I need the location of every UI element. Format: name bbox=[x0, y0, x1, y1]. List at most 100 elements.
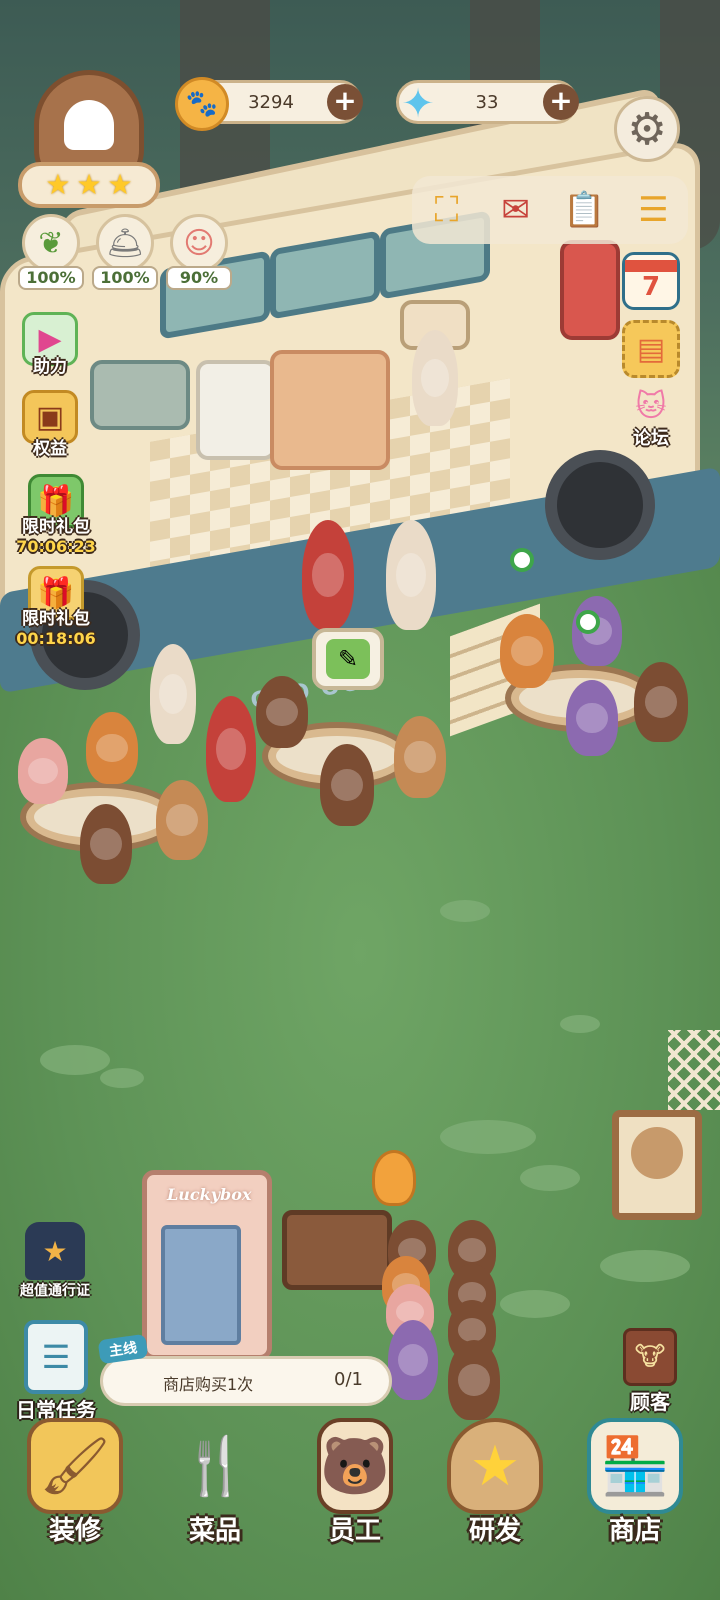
main-quest-bar[interactable]: 主线 商店购买1次 0/1 bbox=[97, 1333, 392, 1406]
benefits-button[interactable]: ▣ 权益 bbox=[10, 390, 90, 459]
luckybox-vending-machine[interactable]: Luckybox bbox=[142, 1170, 272, 1360]
red-cabinet[interactable] bbox=[560, 240, 620, 340]
order-bubble[interactable]: ✎ bbox=[312, 628, 384, 690]
pot-wand-icon: ★ bbox=[447, 1418, 543, 1514]
quest-tag: 主线 bbox=[97, 1333, 149, 1365]
nav-dishes[interactable]: 🍴 菜品 bbox=[150, 1418, 280, 1547]
notes-button[interactable]: 📋 bbox=[558, 183, 612, 237]
queue-customer[interactable] bbox=[388, 1320, 438, 1400]
mail-button[interactable]: ✉ bbox=[489, 183, 543, 237]
customer-girl[interactable] bbox=[206, 696, 256, 802]
calendar-icon: 7 bbox=[622, 252, 680, 310]
lion-dance-girl[interactable] bbox=[302, 520, 354, 630]
calendar-day: 7 bbox=[641, 272, 661, 302]
customer-tiger[interactable] bbox=[500, 614, 554, 688]
gem-currency-counter: ✦ 33 + bbox=[396, 80, 579, 127]
paint-roller-icon: 🖌 bbox=[27, 1418, 123, 1514]
customer-bear[interactable] bbox=[80, 804, 132, 884]
stepping-stone bbox=[40, 1045, 110, 1075]
battle-pass-button[interactable]: ★ 超值通行证 bbox=[10, 1222, 100, 1300]
cloche-icon: 🛎 bbox=[96, 214, 154, 272]
progress-timer-icon bbox=[576, 610, 600, 634]
customer-woman[interactable] bbox=[150, 644, 196, 744]
assist-label: 助力 bbox=[33, 357, 67, 377]
sink-counter[interactable] bbox=[90, 360, 190, 430]
stepping-stone bbox=[600, 1250, 690, 1282]
fullscreen-button[interactable]: ⛶ bbox=[420, 183, 474, 237]
calendar-button[interactable]: 7 bbox=[620, 252, 682, 310]
customer-bear[interactable] bbox=[634, 662, 688, 742]
stepping-stone bbox=[100, 1068, 144, 1088]
menu-board[interactable] bbox=[612, 1110, 702, 1220]
queue-customer[interactable] bbox=[448, 1340, 500, 1420]
customer-monkey[interactable] bbox=[156, 780, 208, 860]
add-gems-button[interactable]: + bbox=[543, 84, 579, 120]
paw-currency-counter: 🐾 3294 + bbox=[175, 77, 363, 131]
nav-decorate[interactable]: 🖌 装修 bbox=[10, 1418, 140, 1547]
menu-button[interactable]: ☰ bbox=[627, 183, 681, 237]
quest-text: 商店购买1次 bbox=[163, 1375, 254, 1394]
gift-timer: 00:18:06 bbox=[16, 629, 96, 648]
customers-button[interactable]: 🐮 顾客 bbox=[612, 1328, 688, 1415]
customer-pig[interactable] bbox=[18, 738, 68, 804]
star-rating: ★ ★ ★ bbox=[18, 162, 160, 208]
star-icon: ★ bbox=[76, 168, 102, 201]
fridge[interactable] bbox=[196, 360, 276, 460]
task-list-icon: ☰ bbox=[24, 1320, 88, 1394]
stepping-stone bbox=[500, 1290, 570, 1318]
truck-wheel bbox=[545, 450, 655, 560]
nav-label: 商店 bbox=[608, 1516, 661, 1546]
limited-gift-pack-2[interactable]: 🎁 限时礼包 00:18:06 bbox=[10, 566, 102, 648]
customer-purple-hat[interactable] bbox=[566, 680, 618, 756]
stamp-photo-icon: ▤ bbox=[622, 320, 680, 378]
nav-label: 员工 bbox=[328, 1516, 381, 1546]
order-notepad-icon: ✎ bbox=[326, 639, 370, 679]
customer-bear[interactable] bbox=[320, 744, 374, 826]
customer-monkey[interactable] bbox=[394, 716, 446, 798]
stepping-stone bbox=[440, 1120, 536, 1154]
restaurant-level-badge[interactable]: ★ ★ ★ bbox=[18, 70, 160, 210]
add-paws-button[interactable]: + bbox=[327, 84, 363, 120]
assist-button[interactable]: ▶ 助力 bbox=[10, 312, 90, 377]
smile-face-icon: ☺ bbox=[170, 214, 228, 272]
waiter-character[interactable] bbox=[386, 520, 436, 630]
expand-icon: ⛶ bbox=[434, 190, 459, 230]
photo-stamp-button[interactable]: ▤ bbox=[620, 320, 682, 378]
forum-label: 论坛 bbox=[633, 428, 669, 449]
nav-label: 研发 bbox=[468, 1516, 521, 1546]
nav-research[interactable]: ★ 研发 bbox=[430, 1418, 560, 1547]
leaf-icon: ❦ bbox=[22, 214, 80, 272]
customer-bear[interactable] bbox=[256, 676, 308, 748]
stove-counter[interactable] bbox=[270, 350, 390, 470]
stat-value: 100% bbox=[92, 266, 158, 290]
gear-icon: ⚙ bbox=[627, 103, 667, 155]
cashier-desk[interactable] bbox=[282, 1210, 392, 1290]
settings-button[interactable]: ⚙ bbox=[614, 96, 680, 162]
stat-service: 🛎 100% bbox=[92, 214, 158, 290]
daily-tasks-button[interactable]: ☰ 日常任务 bbox=[6, 1320, 106, 1423]
quest-progress: 0/1 bbox=[334, 1369, 363, 1390]
clipboard-icon: 📋 bbox=[563, 190, 606, 230]
star-icon: ★ bbox=[107, 168, 133, 201]
pass-label: 超值通行证 bbox=[20, 1283, 90, 1299]
staff-badge-icon: 🐻 bbox=[317, 1418, 393, 1514]
gift-timer: 70:06:23 bbox=[16, 537, 96, 556]
nav-staff[interactable]: 🐻 员工 bbox=[290, 1418, 420, 1547]
stat-value: 100% bbox=[18, 266, 84, 290]
customer-fox[interactable] bbox=[86, 712, 138, 784]
top-toolbar: ⛶ ✉ 📋 ☰ bbox=[412, 176, 688, 244]
limited-gift-pack-1[interactable]: 🎁 限时礼包 70:06:23 bbox=[10, 474, 102, 556]
chef-hat-icon bbox=[64, 100, 114, 150]
forum-button[interactable]: 🐱 论坛 bbox=[620, 388, 682, 450]
diamond-icon: ✦ bbox=[401, 81, 435, 127]
lucky-cat[interactable] bbox=[372, 1150, 416, 1206]
paw-coin-icon: 🐾 bbox=[175, 77, 229, 131]
stat-value: 90% bbox=[166, 266, 232, 290]
nav-shop[interactable]: 🏪 商店 bbox=[570, 1418, 700, 1547]
gift-label: 限时礼包 bbox=[22, 609, 90, 629]
vending-sign: Luckybox bbox=[167, 1185, 252, 1204]
customers-label: 顾客 bbox=[630, 1390, 670, 1414]
chef-character[interactable] bbox=[412, 330, 458, 426]
cat-face-icon: 🐱 bbox=[635, 388, 667, 424]
benefits-label: 权益 bbox=[33, 439, 67, 459]
